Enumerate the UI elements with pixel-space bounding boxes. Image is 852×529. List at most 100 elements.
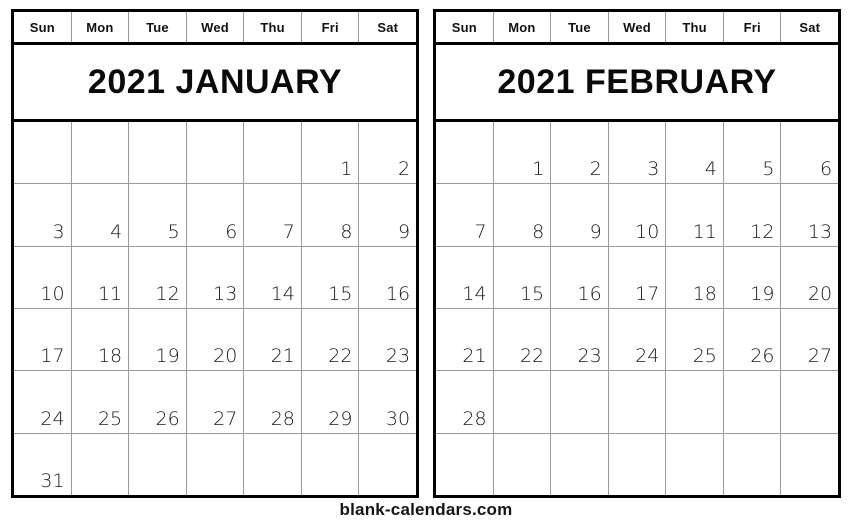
date-number: 20 (807, 282, 833, 305)
date-cell[interactable] (494, 371, 552, 433)
date-cell[interactable]: 22 (302, 308, 360, 371)
date-cell[interactable] (724, 371, 782, 433)
date-cell[interactable]: 3 (14, 184, 72, 246)
date-cell[interactable]: 14 (244, 246, 302, 308)
date-number: 23 (577, 345, 602, 368)
date-cell[interactable]: 28 (436, 371, 494, 433)
weekday-header-fri: Fri (724, 12, 782, 42)
date-cell[interactable]: 3 (609, 122, 667, 184)
date-cell[interactable] (187, 433, 245, 495)
date-cell[interactable] (436, 122, 494, 184)
date-cell[interactable]: 20 (781, 247, 838, 308)
date-cell[interactable]: 1 (494, 122, 552, 184)
date-cell[interactable]: 15 (302, 246, 360, 308)
date-cell[interactable]: 7 (244, 184, 302, 246)
date-number: 25 (692, 345, 717, 368)
date-cell[interactable]: 31 (14, 433, 72, 495)
date-cell[interactable]: 1 (302, 122, 360, 184)
date-cell[interactable] (436, 433, 494, 495)
date-cell[interactable]: 16 (551, 246, 609, 308)
date-cell[interactable]: 4 (72, 184, 130, 246)
date-number: 4 (704, 158, 717, 181)
date-cell[interactable] (781, 371, 838, 432)
date-cell[interactable]: 13 (781, 184, 838, 245)
date-cell[interactable]: 19 (724, 246, 782, 308)
date-cell[interactable]: 12 (724, 184, 782, 246)
date-cell[interactable]: 11 (72, 246, 130, 308)
date-cell[interactable]: 25 (666, 308, 724, 371)
date-cell[interactable]: 24 (609, 308, 667, 371)
date-cell[interactable] (129, 122, 187, 184)
date-cell[interactable]: 26 (129, 371, 187, 433)
weekday-header-thu: Thu (666, 12, 724, 42)
date-cell[interactable] (781, 434, 838, 495)
date-cell[interactable]: 30 (359, 371, 416, 432)
date-number: 16 (577, 282, 602, 305)
weekday-label-sat: Sat (377, 19, 399, 35)
date-cell[interactable]: 13 (187, 246, 245, 308)
date-cell[interactable]: 7 (436, 184, 494, 246)
date-cell[interactable]: 18 (666, 246, 724, 308)
date-cell[interactable] (666, 371, 724, 433)
date-cell[interactable]: 18 (72, 308, 130, 371)
date-cell[interactable]: 11 (666, 184, 724, 246)
date-cell[interactable]: 10 (14, 246, 72, 308)
date-cell[interactable]: 14 (436, 246, 494, 308)
date-cell[interactable]: 9 (551, 184, 609, 246)
date-cell[interactable]: 23 (359, 309, 416, 370)
date-cell[interactable] (551, 433, 609, 495)
date-cell[interactable] (244, 433, 302, 495)
date-cell[interactable] (609, 433, 667, 495)
date-cell[interactable]: 23 (551, 308, 609, 371)
date-cell[interactable]: 9 (359, 184, 416, 245)
week-row: 31 (14, 433, 416, 495)
date-cell[interactable]: 17 (14, 308, 72, 371)
date-cell[interactable]: 21 (244, 308, 302, 371)
date-number: 23 (385, 345, 411, 368)
date-cell[interactable]: 8 (494, 184, 552, 246)
date-cell[interactable] (72, 122, 130, 184)
date-cell[interactable] (72, 433, 130, 495)
date-cell[interactable]: 19 (129, 308, 187, 371)
date-cell[interactable]: 6 (187, 184, 245, 246)
date-cell[interactable] (129, 433, 187, 495)
date-cell[interactable]: 21 (436, 308, 494, 371)
date-cell[interactable]: 29 (302, 371, 360, 433)
date-cell[interactable]: 26 (724, 308, 782, 371)
date-number: 19 (750, 282, 775, 305)
date-cell[interactable]: 22 (494, 308, 552, 371)
date-cell[interactable]: 6 (781, 122, 838, 183)
date-cell[interactable]: 15 (494, 246, 552, 308)
date-cell[interactable] (666, 433, 724, 495)
date-cell[interactable] (302, 433, 360, 495)
calendar-month-february: Sun Mon Tue Wed Thu Fri Sat 2021 FEBRUAR… (433, 9, 841, 498)
date-cell[interactable]: 20 (187, 308, 245, 371)
date-grid-february: 1 2 3 4 5 6 7 8 9 10 11 12 13 14 15 16 1… (436, 122, 838, 495)
date-cell[interactable] (724, 433, 782, 495)
date-cell[interactable] (609, 371, 667, 433)
date-cell[interactable]: 28 (244, 371, 302, 433)
date-cell[interactable] (359, 434, 416, 495)
date-cell[interactable]: 16 (359, 247, 416, 308)
date-cell[interactable]: 24 (14, 371, 72, 433)
date-cell[interactable] (187, 122, 245, 184)
date-cell[interactable]: 10 (609, 184, 667, 246)
date-cell[interactable] (494, 433, 552, 495)
date-cell[interactable]: 5 (129, 184, 187, 246)
week-row (436, 433, 838, 495)
month-title-band-february: 2021 FEBRUARY (436, 45, 838, 122)
date-cell[interactable]: 27 (187, 371, 245, 433)
date-cell[interactable]: 17 (609, 246, 667, 308)
date-number: 9 (589, 220, 602, 243)
date-cell[interactable]: 8 (302, 184, 360, 246)
date-cell[interactable]: 25 (72, 371, 130, 433)
date-cell[interactable]: 2 (359, 122, 416, 183)
date-cell[interactable]: 2 (551, 122, 609, 184)
date-cell[interactable]: 27 (781, 309, 838, 370)
date-cell[interactable] (551, 371, 609, 433)
date-cell[interactable]: 12 (129, 246, 187, 308)
date-cell[interactable]: 5 (724, 122, 782, 184)
date-cell[interactable] (14, 122, 72, 184)
date-cell[interactable] (244, 122, 302, 184)
date-cell[interactable]: 4 (666, 122, 724, 184)
